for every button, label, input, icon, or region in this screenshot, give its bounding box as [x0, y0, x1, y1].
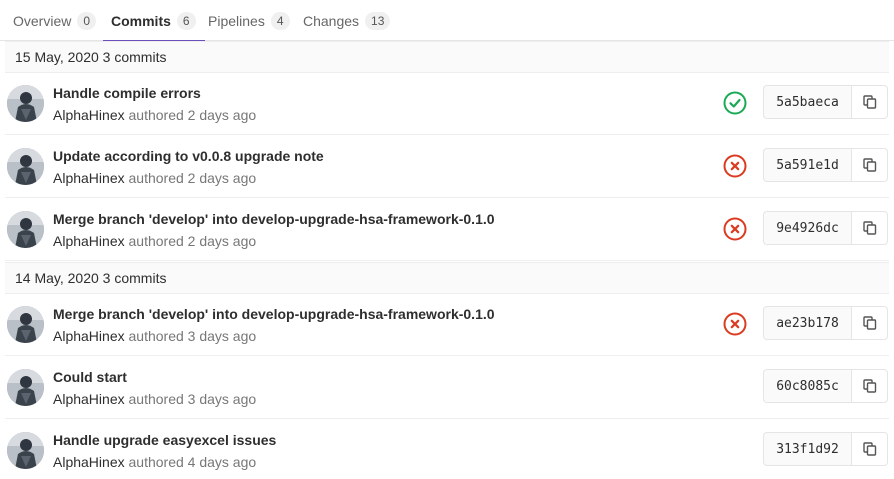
copy-icon [862, 221, 877, 235]
tab-overview[interactable]: Overview 0 [13, 0, 97, 41]
copy-sha-button[interactable] [851, 211, 888, 245]
commit-title[interactable]: Handle upgrade easyexcel issues [53, 432, 276, 448]
avatar[interactable] [7, 211, 44, 248]
commit-author[interactable]: AlphaHinex [53, 328, 125, 344]
commit-title[interactable]: Merge branch 'develop' into develop-upgr… [53, 306, 495, 322]
commit-title[interactable]: Could start [53, 369, 127, 385]
commit-row: Merge branch 'develop' into develop-upgr… [5, 293, 889, 356]
commit-day-header: 15 May, 2020 3 commits [5, 41, 889, 73]
avatar[interactable] [7, 148, 44, 185]
commit-row: Handle compile errors AlphaHinex authore… [5, 72, 889, 135]
copy-icon [862, 158, 877, 172]
commit-sha-group: 9e4926dc [763, 211, 888, 245]
close-circle-icon[interactable] [723, 217, 747, 241]
tab-pipelines-label: Pipelines [208, 12, 265, 29]
avatar[interactable] [7, 369, 44, 406]
tab-changes-count: 13 [365, 11, 391, 30]
avatar[interactable] [7, 306, 44, 343]
copy-sha-button[interactable] [851, 432, 888, 466]
commit-sha-group: 60c8085c [763, 369, 888, 403]
commit-authored-time: authored 2 days ago [124, 170, 257, 186]
close-circle-icon[interactable] [723, 154, 747, 178]
avatar[interactable] [7, 85, 44, 122]
copy-icon [862, 442, 877, 456]
commit-day-header: 14 May, 2020 3 commits [5, 262, 889, 294]
commit-author[interactable]: AlphaHinex [53, 391, 125, 407]
commit-title[interactable]: Handle compile errors [53, 85, 201, 101]
tab-overview-count: 0 [77, 11, 97, 30]
commit-sha-button[interactable]: 9e4926dc [763, 211, 851, 245]
commit-meta: AlphaHinex authored 2 days ago [53, 107, 256, 123]
commit-authored-time: authored 3 days ago [124, 391, 257, 407]
tab-overview-label: Overview [13, 12, 72, 29]
commit-meta: AlphaHinex authored 2 days ago [53, 233, 256, 249]
copy-sha-button[interactable] [851, 369, 888, 403]
commit-author[interactable]: AlphaHinex [53, 454, 125, 470]
tab-changes[interactable]: Changes 13 [303, 0, 391, 41]
commit-row: Handle upgrade easyexcel issues AlphaHin… [5, 419, 889, 479]
copy-sha-button[interactable] [851, 85, 888, 119]
check-circle-icon[interactable] [723, 91, 747, 115]
commit-author[interactable]: AlphaHinex [53, 107, 125, 123]
commit-sha-button[interactable]: 5a591e1d [763, 148, 851, 182]
commit-sha-group: ae23b178 [763, 306, 888, 340]
copy-sha-button[interactable] [851, 148, 888, 182]
commit-sha-button[interactable]: 313f1d92 [763, 432, 851, 466]
tab-pipelines[interactable]: Pipelines 4 [208, 0, 290, 41]
merge-request-tabs: Overview 0 Commits 6 Pipelines 4 Changes… [0, 0, 894, 42]
commit-sha-button[interactable]: ae23b178 [763, 306, 851, 340]
tab-pipelines-count: 4 [270, 11, 290, 30]
copy-sha-button[interactable] [851, 306, 888, 340]
commit-authored-time: authored 4 days ago [124, 454, 257, 470]
commit-meta: AlphaHinex authored 2 days ago [53, 170, 256, 186]
commit-sha-group: 313f1d92 [763, 432, 888, 466]
commit-author[interactable]: AlphaHinex [53, 233, 125, 249]
close-circle-icon[interactable] [723, 312, 747, 336]
commit-sha-group: 5a591e1d [763, 148, 888, 182]
commit-row: Merge branch 'develop' into develop-upgr… [5, 198, 889, 261]
commit-authored-time: authored 2 days ago [124, 233, 257, 249]
commit-authored-time: authored 3 days ago [124, 328, 257, 344]
copy-icon [862, 316, 877, 330]
commit-meta: AlphaHinex authored 3 days ago [53, 391, 256, 407]
copy-icon [862, 95, 877, 109]
commit-sha-button[interactable]: 60c8085c [763, 369, 851, 403]
tab-changes-label: Changes [303, 12, 360, 29]
commit-row: Update according to v0.0.8 upgrade note … [5, 135, 889, 198]
copy-icon [862, 379, 877, 393]
tab-commits[interactable]: Commits 6 [103, 0, 205, 42]
commit-sha-button[interactable]: 5a5baeca [763, 85, 851, 119]
commit-sha-group: 5a5baeca [763, 85, 888, 119]
commit-authored-time: authored 2 days ago [124, 107, 257, 123]
commit-author[interactable]: AlphaHinex [53, 170, 125, 186]
commit-title[interactable]: Merge branch 'develop' into develop-upgr… [53, 211, 495, 227]
commit-meta: AlphaHinex authored 3 days ago [53, 328, 256, 344]
commit-title[interactable]: Update according to v0.0.8 upgrade note [53, 148, 324, 164]
tab-commits-count: 6 [176, 11, 196, 30]
commit-meta: AlphaHinex authored 4 days ago [53, 454, 256, 470]
commit-row: Could start AlphaHinex authored 3 days a… [5, 356, 889, 419]
tab-commits-label: Commits [111, 12, 171, 29]
avatar[interactable] [7, 432, 44, 469]
